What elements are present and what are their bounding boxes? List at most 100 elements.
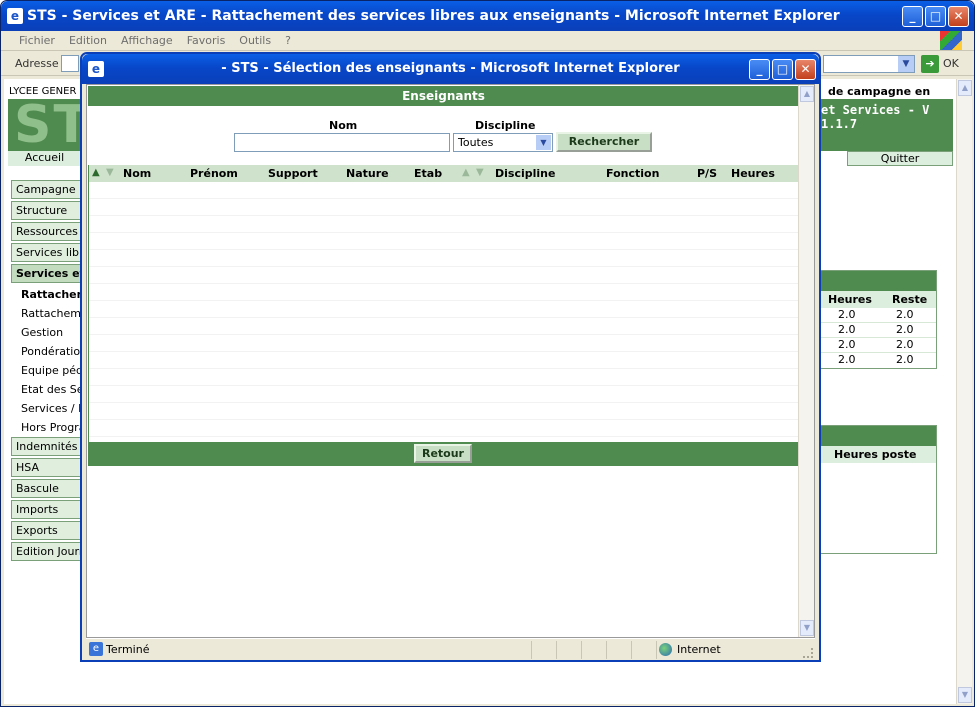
- col-ps: P/S: [697, 167, 718, 180]
- menu-fichier[interactable]: Fichier: [1, 31, 62, 50]
- popup-title-bar[interactable]: e - STS - Sélection des enseignants - Mi…: [82, 54, 819, 84]
- subnav-hors-prog[interactable]: Hors Progra: [21, 421, 83, 434]
- results-table-header: ▲ ▼ Nom Prénom Support Nature Etab ▲ ▼ D…: [89, 165, 800, 182]
- go-arrow-icon[interactable]: ➔: [921, 55, 939, 73]
- status-segment: [606, 641, 631, 659]
- app-version: et Services - V 1.1.7: [821, 103, 930, 131]
- nav-indemnites[interactable]: Indemnités: [11, 437, 81, 456]
- col-prenom: Prénom: [190, 167, 238, 180]
- zone-text: Internet: [677, 643, 721, 656]
- menu-outils[interactable]: Outils: [232, 31, 278, 50]
- table-row: [89, 420, 800, 437]
- subnav-equipe[interactable]: Equipe péd: [21, 364, 83, 377]
- nav-bascule[interactable]: Bascule: [11, 479, 81, 498]
- minimize-button[interactable]: _: [902, 6, 923, 27]
- nav-services-libres[interactable]: Services libr: [11, 243, 81, 262]
- table-row: [89, 301, 800, 318]
- chevron-down-icon[interactable]: ▼: [898, 56, 914, 72]
- hours-table-header-bar: [820, 271, 936, 291]
- close-button[interactable]: ✕: [948, 6, 969, 27]
- maximize-button[interactable]: □: [925, 6, 946, 27]
- nav-exports[interactable]: Exports: [11, 521, 81, 540]
- scroll-up-icon[interactable]: ▲: [800, 86, 814, 102]
- table-left-border: [88, 165, 89, 442]
- subnav-ponderation[interactable]: Pondération: [21, 345, 83, 358]
- rechercher-button[interactable]: Rechercher: [556, 132, 652, 152]
- table-row: [89, 267, 800, 284]
- poste-table-header-bar: [820, 426, 936, 446]
- globe-icon: [659, 643, 672, 656]
- table-row: 2.0 2.0: [838, 353, 914, 366]
- popup-close-button[interactable]: ✕: [795, 59, 816, 80]
- popup-body: Enseignants Nom Discipline Toutes ▼ Rech…: [86, 84, 815, 638]
- table-row: [89, 369, 800, 386]
- col-discipline[interactable]: Discipline: [495, 167, 555, 180]
- table-row: [89, 403, 800, 420]
- ie-icon: e: [7, 8, 23, 24]
- nav-ressources[interactable]: Ressources: [11, 222, 81, 241]
- ie-page-icon: e: [89, 642, 103, 656]
- address-label: Adresse: [15, 57, 59, 70]
- scroll-up-icon[interactable]: ▲: [958, 80, 972, 96]
- windows-logo-icon: [940, 31, 962, 50]
- nav-structure[interactable]: Structure: [11, 201, 81, 220]
- poste-table: Heures poste: [819, 425, 937, 554]
- nav-hsa[interactable]: HSA: [11, 458, 81, 477]
- col-fonction: Fonction: [606, 167, 660, 180]
- popup-maximize-button[interactable]: □: [772, 59, 793, 80]
- table-row: 2.0 2.0: [820, 338, 936, 353]
- resize-grip-icon[interactable]: [803, 648, 813, 658]
- col-nature: Nature: [346, 167, 389, 180]
- status-segment: [631, 641, 656, 659]
- status-text: Terminé: [106, 643, 150, 656]
- main-title-bar[interactable]: e STS - Services et ARE - Rattachement d…: [1, 1, 974, 31]
- table-row: [89, 284, 800, 301]
- table-row: [89, 216, 800, 233]
- sort-desc-icon[interactable]: ▼: [106, 167, 114, 178]
- chevron-down-icon[interactable]: ▼: [536, 135, 551, 150]
- table-row: [89, 233, 800, 250]
- table-row: [89, 386, 800, 403]
- quitter-link[interactable]: Quitter: [847, 151, 953, 166]
- hours-table-columns: Heures Reste: [820, 291, 936, 308]
- table-row: 2.0 2.0: [820, 308, 936, 323]
- nom-label: Nom: [329, 119, 358, 132]
- discipline-select[interactable]: Toutes ▼: [453, 133, 553, 152]
- discipline-label: Discipline: [475, 119, 536, 132]
- page-icon: [61, 55, 79, 72]
- popup-minimize-button[interactable]: _: [749, 59, 770, 80]
- nav-campagne[interactable]: Campagne: [11, 180, 81, 199]
- subnav-rattachement-1[interactable]: Rattachem: [21, 288, 83, 301]
- accueil-link[interactable]: Accueil: [8, 151, 81, 166]
- table-row: [89, 199, 800, 216]
- nav-services-et-are[interactable]: Services et: [11, 264, 81, 283]
- nav-edition-journal[interactable]: Edition Journ: [11, 542, 81, 561]
- table-row: [89, 250, 800, 267]
- sort-asc-icon[interactable]: ▲: [462, 167, 470, 178]
- main-scrollbar[interactable]: ▲ ▼: [956, 79, 972, 704]
- discipline-value: Toutes: [458, 136, 494, 149]
- popup-title: - STS - Sélection des enseignants - Micr…: [221, 61, 680, 76]
- menu-affichage[interactable]: Affichage: [114, 31, 180, 50]
- col-heures: Heures: [828, 293, 872, 306]
- menu-edition[interactable]: Edition: [62, 31, 114, 50]
- status-segment: [556, 641, 581, 659]
- col-nom[interactable]: Nom: [123, 167, 151, 180]
- subnav-etat[interactable]: Etat des Se: [21, 383, 83, 396]
- menu-favoris[interactable]: Favoris: [180, 31, 233, 50]
- subnav-rattachement-2[interactable]: Rattacheme: [21, 307, 83, 320]
- scroll-down-icon[interactable]: ▼: [800, 620, 814, 636]
- subnav-gestion[interactable]: Gestion: [21, 326, 83, 339]
- table-row: 2.0 2.0: [820, 323, 936, 338]
- subnav-services-d[interactable]: Services / D: [21, 402, 83, 415]
- sort-asc-icon[interactable]: ▲: [92, 167, 100, 178]
- menu-help[interactable]: ?: [278, 31, 298, 50]
- go-label[interactable]: OK: [943, 57, 959, 70]
- nav-imports[interactable]: Imports: [11, 500, 81, 519]
- hours-table: Heures Reste 2.0 2.0 2.0 2.0 2.0 2.0 2.0 2.0: [819, 270, 937, 369]
- retour-button[interactable]: Retour: [414, 444, 472, 463]
- sort-desc-icon[interactable]: ▼: [476, 167, 484, 178]
- nom-input[interactable]: [234, 133, 450, 152]
- scroll-down-icon[interactable]: ▼: [958, 687, 972, 703]
- popup-scrollbar[interactable]: ▲ ▼: [798, 85, 814, 637]
